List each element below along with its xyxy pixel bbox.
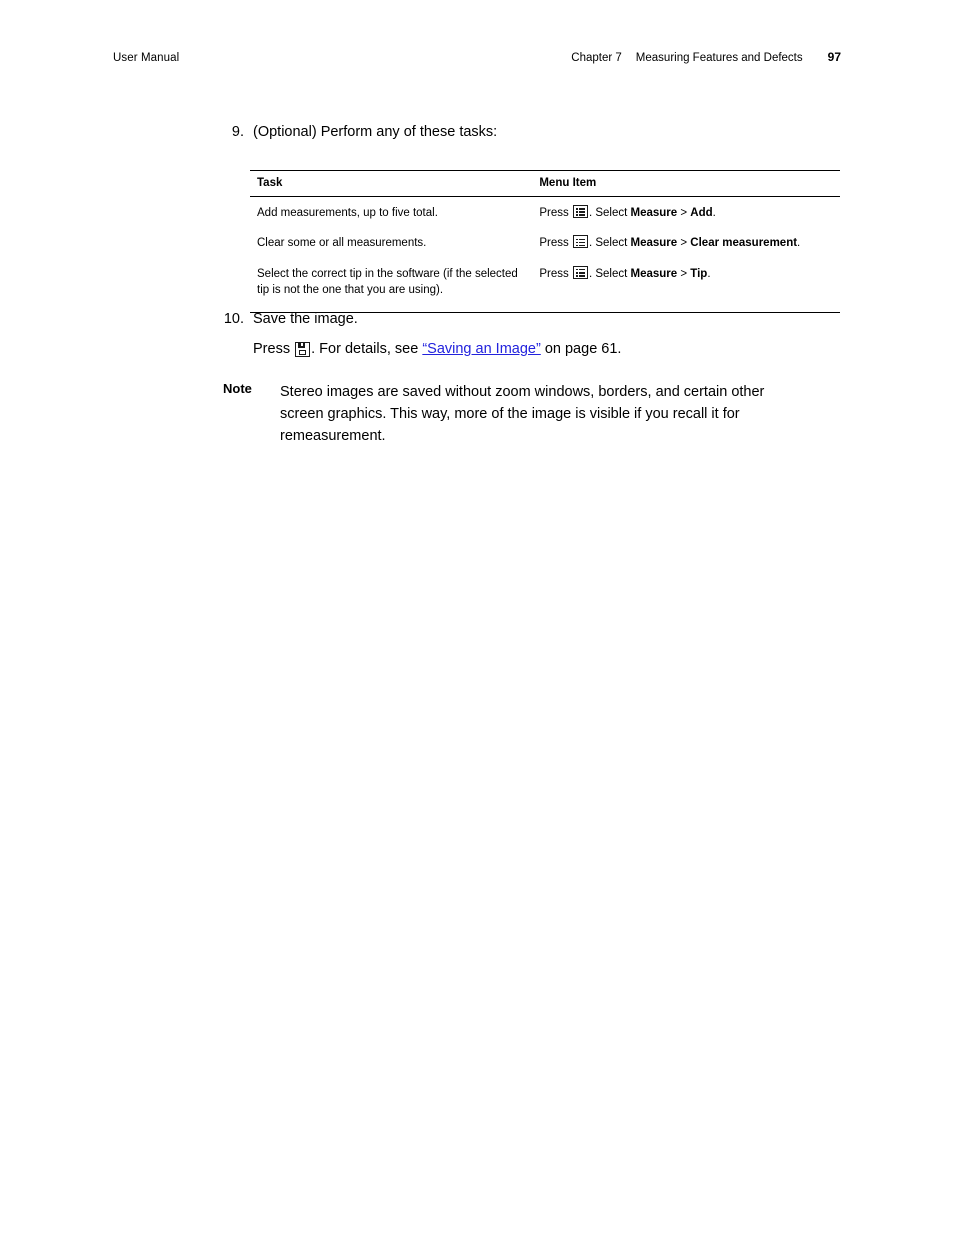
header-chapter-number: Chapter 7 <box>571 52 622 64</box>
table-row: Add measurements, up to five total. Pres… <box>250 197 840 228</box>
step-10-detail: Press . For details, see “Saving an Imag… <box>253 341 621 357</box>
table-cell-task: Clear some or all measurements. <box>257 237 427 250</box>
table-header-menu-item: Menu Item <box>532 170 840 197</box>
step-10-number: 10. <box>223 311 244 327</box>
step-9-number: 9. <box>231 124 244 140</box>
press-label: Press <box>253 341 291 357</box>
table-cell-task: Add measurements, up to five total. <box>257 207 438 219</box>
detail-suffix-text: on page 61. <box>540 341 622 357</box>
menu-name: Measure <box>630 267 678 280</box>
menu-separator: > <box>677 237 691 250</box>
task-menu-table: Task Menu Item Add measurements, up to f… <box>250 170 840 314</box>
table-cell-task: Select the correct tip in the software (… <box>250 257 533 314</box>
header-document-title: User Manual <box>113 52 180 64</box>
menu-prefix-text: . Select <box>588 237 631 250</box>
table-header-row: Task Menu Item <box>250 170 840 197</box>
press-label: Press <box>539 267 569 280</box>
menu-separator: > <box>677 207 691 219</box>
note-label: Note <box>223 381 252 396</box>
step-10-text: Save the image. <box>253 311 358 327</box>
press-label: Press <box>539 237 569 250</box>
menu-item-name: Clear measurement <box>690 237 798 250</box>
menu-item-name: Add <box>690 207 713 219</box>
step-9-text: (Optional) Perform any of these tasks: <box>253 124 498 140</box>
menu-period: . <box>707 267 711 280</box>
menu-list-icon <box>572 235 588 249</box>
step-10: 10. Save the image. <box>211 311 358 327</box>
step-9: 9. (Optional) Perform any of these tasks… <box>211 124 497 140</box>
menu-name: Measure <box>630 237 678 250</box>
table-row: Clear some or all measurements. Press . … <box>250 227 840 257</box>
menu-name: Measure <box>630 207 678 219</box>
menu-separator: > <box>677 267 691 280</box>
table-row: Select the correct tip in the software (… <box>250 257 840 314</box>
table-header-task: Task <box>250 170 533 197</box>
menu-prefix-text: . Select <box>588 267 631 280</box>
saving-an-image-link[interactable]: “Saving an Image” <box>422 341 540 357</box>
table-cell-menu-item: Press . Select Measure > Add. <box>532 197 840 228</box>
menu-item-name: Tip <box>690 267 708 280</box>
menu-prefix-text: . Select <box>588 207 631 219</box>
menu-list-icon <box>572 205 588 218</box>
detail-prefix-text: . For details, see <box>311 341 423 357</box>
note-body: Stereo images are saved without zoom win… <box>280 384 765 445</box>
header-chapter-title: Measuring Features and Defects <box>635 52 803 64</box>
header-page-number: 97 <box>827 50 841 64</box>
table-cell-menu-item: Press . Select Measure > Tip. <box>532 257 840 314</box>
table-cell-menu-item: Press . Select Measure > Clear measureme… <box>532 227 840 257</box>
floppy-save-icon <box>295 341 311 357</box>
menu-period: . <box>797 237 801 250</box>
menu-period: . <box>712 207 716 219</box>
page-running-header: User Manual Chapter 7 Measuring Features… <box>113 50 841 64</box>
header-right-group: Chapter 7 Measuring Features and Defects… <box>571 50 841 64</box>
press-label: Press <box>539 207 569 219</box>
menu-list-icon <box>572 265 588 279</box>
note-block: Note Stereo images are saved without zoo… <box>223 381 813 448</box>
